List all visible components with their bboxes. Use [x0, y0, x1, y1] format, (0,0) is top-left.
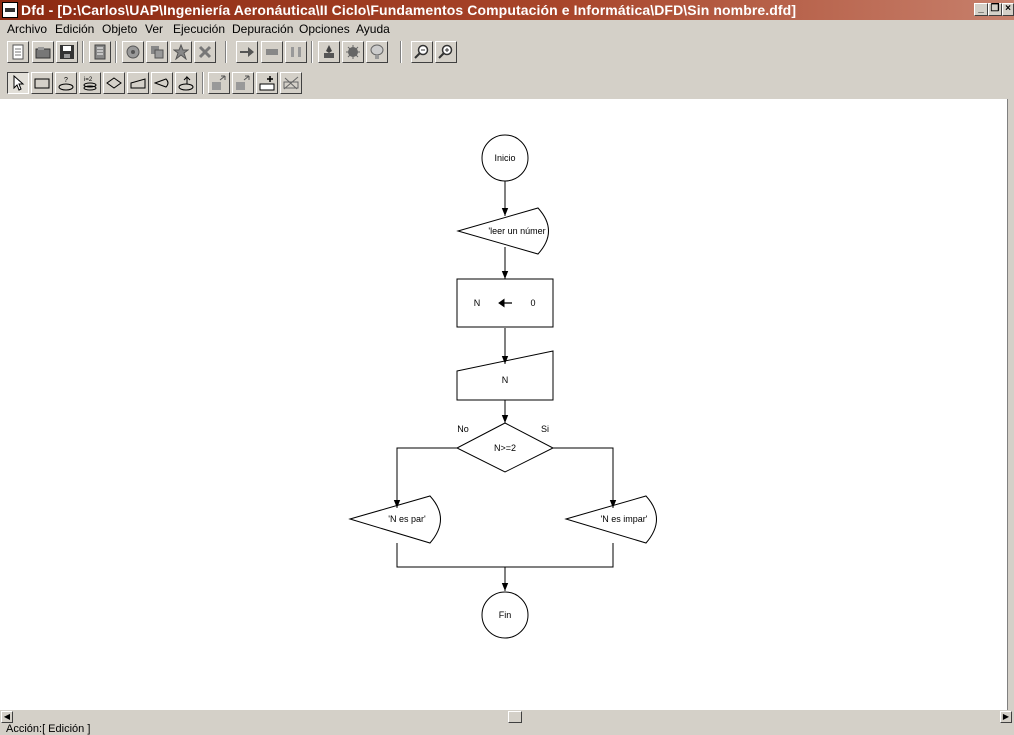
menu-edicion[interactable]: Edición — [55, 22, 94, 36]
print-icon[interactable] — [89, 41, 111, 63]
branch-no-label: No — [457, 424, 469, 434]
end-label: Fin — [499, 610, 512, 620]
loop-for-icon[interactable]: i=2 — [79, 72, 101, 94]
zoom-out-icon[interactable] — [411, 41, 433, 63]
connector-merge — [396, 543, 614, 568]
title-bar: Dfd - [D:\Carlos\UAP\Ingeniería Aeronáut… — [0, 0, 1014, 20]
svg-text:i=2: i=2 — [84, 77, 93, 83]
menu-ver[interactable]: Ver — [145, 22, 163, 36]
menu-archivo[interactable]: Archivo — [7, 22, 47, 36]
close-button[interactable]: × — [1002, 3, 1014, 16]
connector-no — [393, 447, 457, 508]
step-icon[interactable] — [318, 41, 340, 63]
status-text: Acción:[ Edición ] — [6, 723, 91, 735]
subprogram-add-icon[interactable] — [256, 72, 278, 94]
write-icon[interactable] — [151, 72, 173, 94]
subprogram-delete-icon[interactable] — [280, 72, 302, 94]
output-yes-label: 'N es impar' — [601, 514, 648, 524]
watch-icon[interactable] — [366, 41, 388, 63]
menu-ayuda[interactable]: Ayuda — [356, 22, 390, 36]
new-icon[interactable] — [7, 41, 29, 63]
condition-label: N>=2 — [494, 443, 516, 453]
output-no-label: 'N es par' — [388, 514, 426, 524]
debug-icon[interactable] — [342, 41, 364, 63]
read-icon[interactable] — [127, 72, 149, 94]
branch-yes-label: Si — [541, 424, 549, 434]
zoom-in-icon[interactable] — [435, 41, 457, 63]
start-label: Inicio — [494, 153, 515, 163]
minimize-button[interactable]: _ — [974, 3, 988, 16]
pause-icon[interactable] — [285, 41, 307, 63]
restore-button[interactable]: ❐ — [988, 3, 1002, 16]
subprogram-prev-icon[interactable] — [208, 72, 230, 94]
menu-objeto[interactable]: Objeto — [102, 22, 137, 36]
assign-arrow-icon — [498, 298, 512, 308]
horizontal-scrollbar[interactable]: ◀ ▶ — [0, 710, 1014, 724]
copy-icon[interactable] — [146, 41, 168, 63]
stop-icon[interactable] — [261, 41, 283, 63]
save-icon[interactable] — [56, 41, 78, 63]
scroll-left-icon[interactable]: ◀ — [1, 711, 13, 723]
scroll-thumb[interactable] — [508, 711, 522, 723]
scroll-right-icon[interactable]: ▶ — [1000, 711, 1012, 723]
prompt-label: 'leer un númer — [488, 226, 545, 236]
flowchart-canvas[interactable]: Inicio 'leer un númer N 0 N N>=2 No Si '… — [0, 99, 1007, 710]
subprogram-next-icon[interactable] — [232, 72, 254, 94]
status-bar: Acción:[ Edición ] — [0, 724, 1014, 735]
cut-icon[interactable] — [122, 41, 144, 63]
assignment-icon[interactable] — [31, 72, 53, 94]
svg-text:?: ? — [64, 77, 68, 84]
read-var-label: N — [502, 375, 509, 385]
open-icon[interactable] — [32, 41, 54, 63]
call-icon[interactable] — [175, 72, 197, 94]
menu-bar: Archivo Edición Objeto Ver Ejecución Dep… — [0, 20, 1014, 38]
delete-icon[interactable] — [194, 41, 216, 63]
app-icon[interactable] — [2, 2, 18, 18]
window-title: Dfd - [D:\Carlos\UAP\Ingeniería Aeronáut… — [21, 2, 797, 18]
menu-depuracion[interactable]: Depuración — [232, 22, 293, 36]
menu-opciones[interactable]: Opciones — [299, 22, 350, 36]
run-icon[interactable] — [236, 41, 258, 63]
main-toolbar — [0, 39, 1014, 67]
assign-value-label: 0 — [530, 298, 535, 308]
pointer-icon[interactable] — [7, 72, 29, 94]
vertical-scrollbar[interactable] — [1007, 99, 1014, 710]
loop-while-icon[interactable] — [103, 72, 125, 94]
objects-toolbar: ? i=2 — [0, 70, 1014, 98]
connector-yes — [553, 447, 617, 508]
decision-icon[interactable]: ? — [55, 72, 77, 94]
flowchart: Inicio 'leer un númer N 0 N N>=2 No Si '… — [348, 134, 657, 639]
assign-var-label: N — [474, 298, 481, 308]
paste-icon[interactable] — [170, 41, 192, 63]
menu-ejecucion[interactable]: Ejecución — [173, 22, 225, 36]
